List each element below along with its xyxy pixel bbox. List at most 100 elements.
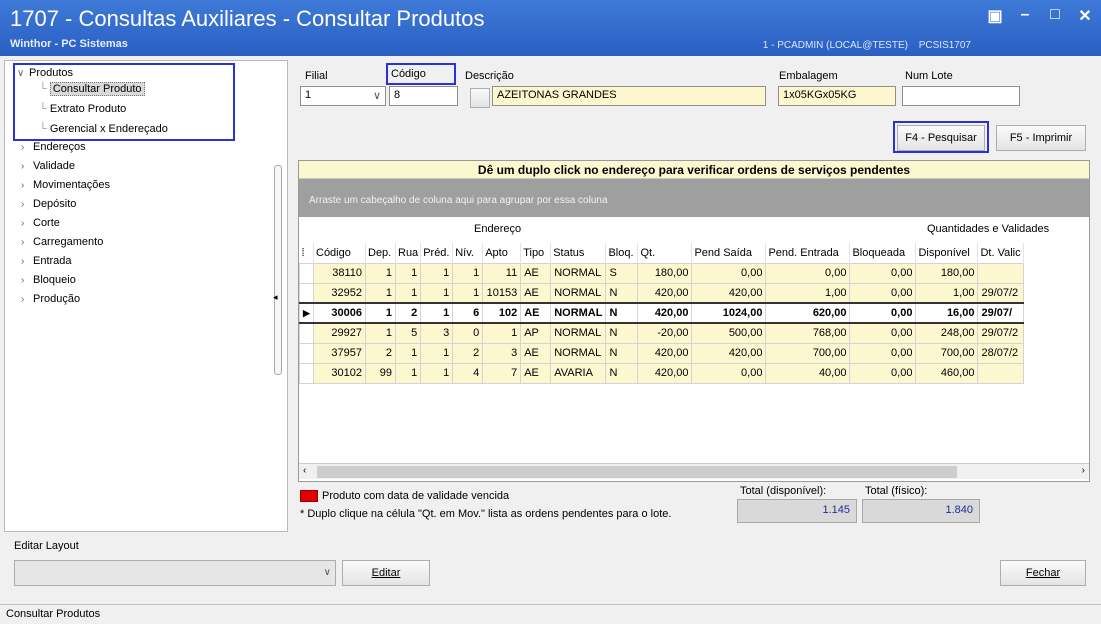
table-cell[interactable]: 0,00 [849,362,917,384]
col-dep[interactable]: Dep. [365,243,396,263]
codigo-input[interactable]: 8 [389,86,458,106]
table-cell[interactable]: 30006 [313,302,366,324]
table-cell[interactable]: 99 [365,362,396,384]
table-cell[interactable]: 1 [452,262,484,284]
table-cell[interactable]: 1 [420,302,454,324]
table-cell[interactable]: 37957 [313,342,366,364]
table-cell[interactable]: 38110 [313,262,366,284]
table-cell[interactable]: 420,00 [637,342,693,364]
filial-select[interactable]: 1 ∨ [300,86,386,106]
scroll-thumb[interactable] [317,466,957,478]
table-cell[interactable]: N [605,302,639,324]
table-cell[interactable]: N [605,282,639,304]
col-bloq[interactable]: Bloq. [605,243,639,263]
tree-item-movimentacoes[interactable]: › Movimentações [21,179,110,191]
table-cell[interactable]: 1 [420,342,454,364]
tree-item-carregamento[interactable]: › Carregamento [21,236,103,248]
table-cell[interactable]: 2 [365,342,396,364]
table-cell[interactable]: 0,00 [849,342,917,364]
numlote-input[interactable] [902,86,1020,106]
row-indicator[interactable] [299,282,314,304]
table-row[interactable]: 30102 99 1 1 4 7 AE AVARIA N 420,00 0,00 40,00 0,00 4… [299,362,1024,384]
table-cell[interactable]: AE [520,302,552,324]
table-cell[interactable]: 180,00 [637,262,693,284]
table-cell[interactable]: 1 [394,362,422,384]
table-cell[interactable]: 1 [420,282,454,304]
col-apto[interactable]: Apto [482,243,522,263]
table-cell[interactable]: 0,00 [691,262,767,284]
tree-child-extrato-produto[interactable]: └ Extrato Produto [39,103,126,115]
close-icon[interactable]: ✕ [1077,6,1093,26]
table-row[interactable]: 37957 2 1 1 2 3 AE NORMAL N 420,00 420,00 700,00 0,0… [299,342,1024,364]
col-pend-entrada[interactable]: Pend. Entrada [765,243,851,263]
maximize-icon[interactable]: □ [1047,6,1063,26]
table-cell[interactable]: 29/07/2 [977,322,1024,344]
table-cell[interactable]: 1 [420,362,454,384]
table-cell[interactable]: 29/07/2 [977,282,1024,304]
table-cell[interactable]: -20,00 [637,322,693,344]
table-cell[interactable]: 1 [394,342,422,364]
table-cell[interactable]: 248,00 [915,322,979,344]
table-cell[interactable]: 420,00 [637,362,693,384]
col-codigo[interactable]: Código [313,243,366,263]
imprimir-button[interactable]: F5 - Imprimir [996,125,1086,151]
descricao-search-button[interactable] [470,88,490,108]
table-cell[interactable]: 1 [365,302,396,324]
table-cell[interactable]: AE [520,342,552,364]
table-cell[interactable]: 0,00 [849,282,917,304]
table-cell[interactable]: AE [520,362,552,384]
table-cell[interactable]: 4 [452,362,484,384]
table-cell[interactable]: 40,00 [765,362,851,384]
embalagem-input[interactable]: 1x05KGx05KG [778,86,896,106]
row-indicator[interactable]: ▶ [299,302,314,324]
horizontal-scrollbar[interactable]: ‹ › [299,463,1089,479]
table-cell[interactable]: 3 [482,342,522,364]
table-cell[interactable]: NORMAL [550,322,607,344]
table-cell[interactable]: AP [520,322,552,344]
table-cell[interactable]: 1 [452,282,484,304]
fechar-button[interactable]: Fechar [1000,560,1086,586]
group-by-area[interactable]: Arraste um cabeçalho de coluna aqui para… [299,179,1089,217]
pesquisar-button[interactable]: F4 - Pesquisar [897,125,985,151]
row-indicator[interactable] [299,342,314,364]
table-cell[interactable] [977,262,1024,284]
table-cell[interactable]: 1,00 [765,282,851,304]
col-niv[interactable]: Nív. [452,243,484,263]
table-cell[interactable]: 7 [482,362,522,384]
panel-splitter[interactable] [274,165,282,375]
descricao-input[interactable]: AZEITONAS GRANDES [492,86,766,106]
col-pred[interactable]: Préd. [420,243,454,263]
tree-item-entrada[interactable]: › Entrada [21,255,72,267]
table-cell[interactable]: 1 [394,262,422,284]
col-disponivel[interactable]: Disponível [915,243,979,263]
tree-item-validade[interactable]: › Validade [21,160,75,172]
table-cell[interactable]: 1,00 [915,282,979,304]
table-cell[interactable]: 102 [482,302,522,324]
layout-combo[interactable]: ∨ [14,560,336,586]
table-cell[interactable]: 700,00 [765,342,851,364]
table-cell[interactable]: 620,00 [765,302,851,324]
table-cell[interactable]: 3 [420,322,454,344]
table-cell[interactable]: S [605,262,639,284]
table-cell[interactable]: 16,00 [915,302,979,324]
table-cell[interactable]: 0,00 [849,322,917,344]
table-row[interactable]: 38110 1 1 1 1 11 AE NORMAL S 180,00 0,00 0,00 0,00 18… [299,262,1024,284]
table-cell[interactable]: AVARIA [550,362,607,384]
table-cell[interactable]: 420,00 [637,282,693,304]
tree-item-produtos[interactable]: ∨ Produtos [17,67,73,79]
tree-item-producao[interactable]: › Produção [21,293,80,305]
table-cell[interactable]: 29/07/ [977,302,1024,324]
table-cell[interactable]: 420,00 [691,342,767,364]
chevron-left-icon[interactable]: ◂ [273,292,278,303]
col-dt-validade[interactable]: Dt. Valic [977,243,1024,263]
table-cell[interactable]: 1 [365,282,396,304]
table-cell[interactable]: 420,00 [637,302,693,324]
col-status[interactable]: Status [550,243,607,263]
table-cell[interactable]: 500,00 [691,322,767,344]
table-cell[interactable]: AE [520,262,552,284]
col-bloqueada[interactable]: Bloqueada [849,243,917,263]
restore-icon[interactable]: ▣ [987,6,1003,26]
table-cell[interactable]: 6 [452,302,484,324]
table-cell[interactable]: 0,00 [765,262,851,284]
table-cell[interactable]: N [605,362,639,384]
